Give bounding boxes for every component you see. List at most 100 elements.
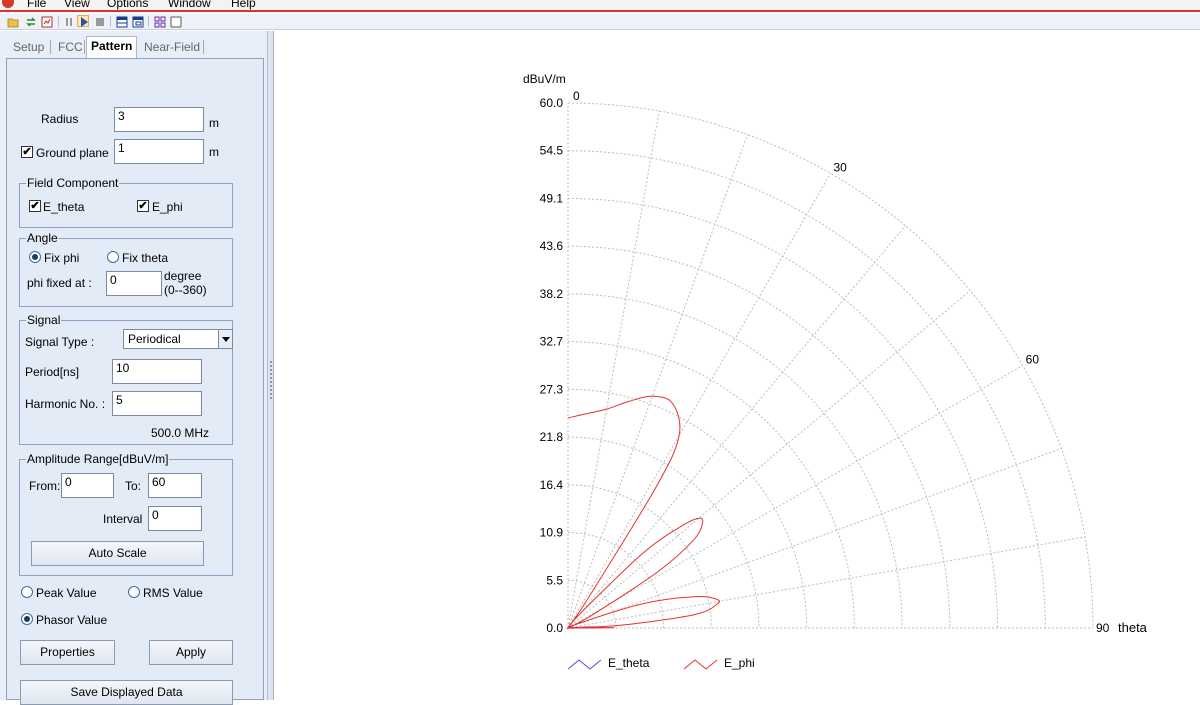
chevron-down-icon[interactable] bbox=[218, 329, 233, 349]
fix-theta-label: Fix theta bbox=[122, 251, 169, 265]
radial-tick-label: 54.5 bbox=[540, 144, 564, 158]
tab-pattern[interactable]: Pattern bbox=[86, 36, 138, 58]
menu-bar: File View Options Window Help bbox=[0, 0, 1200, 12]
ground-plane-unit: m bbox=[209, 145, 219, 159]
polar-chart: 0.0 5.5 10.9 16.4 21.8 27.3 32.7 38.2 43.6 49.1 54… bbox=[523, 72, 1148, 670]
legend-label: E_theta bbox=[608, 656, 650, 670]
fix-theta-radio[interactable] bbox=[107, 251, 119, 263]
app-logo-icon bbox=[2, 0, 14, 8]
radial-tick-label: 5.5 bbox=[546, 573, 563, 587]
radial-tick-label: 10.9 bbox=[540, 526, 564, 540]
peak-value-radio[interactable] bbox=[21, 586, 33, 598]
grid-spoke bbox=[567, 225, 906, 629]
e-phi-checkbox[interactable]: ✔ bbox=[137, 200, 149, 212]
swap-icon[interactable] bbox=[24, 15, 36, 27]
radial-tick-label: 60.0 bbox=[540, 96, 564, 110]
blank-icon[interactable] bbox=[169, 15, 182, 28]
interval-label: Interval bbox=[103, 512, 143, 526]
from-input[interactable]: 0 bbox=[61, 473, 114, 498]
grid-spoke bbox=[567, 134, 749, 629]
properties-button[interactable]: Properties bbox=[20, 640, 115, 665]
e-phi-label: E_phi bbox=[152, 200, 183, 214]
split-horizontal-icon[interactable] bbox=[115, 15, 128, 28]
e-theta-label: E_theta bbox=[43, 200, 85, 214]
harmonic-input[interactable]: 5 bbox=[112, 391, 202, 416]
period-input[interactable]: 10 bbox=[112, 359, 202, 384]
radial-tick-label: 27.3 bbox=[540, 382, 564, 396]
grid-spoke bbox=[567, 173, 831, 629]
radius-input[interactable]: 3 bbox=[114, 107, 204, 132]
series-line-e-phi bbox=[566, 395, 720, 630]
auto-scale-button[interactable]: Auto Scale bbox=[31, 541, 204, 566]
ground-plane-checkbox[interactable]: ✔ bbox=[21, 146, 33, 158]
grid-arc bbox=[567, 341, 855, 629]
rms-value-radio[interactable] bbox=[128, 586, 140, 598]
phasor-value-radio[interactable] bbox=[21, 613, 33, 625]
rms-value-label: RMS Value bbox=[143, 586, 203, 600]
to-input[interactable]: 60 bbox=[148, 473, 202, 498]
menu-help[interactable]: Help bbox=[231, 0, 256, 10]
radius-unit: m bbox=[209, 116, 219, 130]
angle-tick-label: 0 bbox=[573, 89, 580, 103]
tab-separator bbox=[84, 40, 85, 54]
chart-area: 0.0 5.5 10.9 16.4 21.8 27.3 32.7 38.2 43.6 49.1 54… bbox=[275, 31, 1200, 700]
phi-fixed-label: phi fixed at : bbox=[27, 276, 92, 290]
open-icon[interactable] bbox=[6, 15, 19, 28]
radial-unit-label: dBuV/m bbox=[523, 72, 566, 86]
signal-type-value: Periodical bbox=[128, 332, 181, 346]
save-displayed-data-button[interactable]: Save Displayed Data bbox=[20, 680, 233, 705]
menu-file[interactable]: File bbox=[27, 0, 46, 10]
interval-input[interactable]: 0 bbox=[148, 506, 202, 531]
angle-group: Angle Fix phi Fix theta phi fixed at : 0… bbox=[19, 231, 233, 307]
tab-near-field[interactable]: Near-Field bbox=[140, 38, 204, 57]
menu-window[interactable]: Window bbox=[168, 0, 211, 10]
legend-label: E_phi bbox=[724, 656, 755, 670]
amplitude-range-title: Amplitude Range[dBuV/m] bbox=[26, 452, 170, 466]
period-label: Period[ns] bbox=[25, 365, 80, 379]
angle-title: Angle bbox=[26, 231, 59, 245]
grid-spoke bbox=[567, 447, 1062, 629]
play-icon[interactable] bbox=[77, 15, 89, 27]
tab-fcc[interactable]: FCC bbox=[54, 38, 87, 57]
tab-setup[interactable]: Setup bbox=[9, 38, 48, 57]
degree-range: (0--360) bbox=[164, 283, 207, 297]
menu-view[interactable]: View bbox=[64, 0, 90, 10]
radial-tick-label: 32.7 bbox=[540, 335, 564, 349]
field-component-title: Field Component bbox=[26, 176, 120, 190]
field-component-group: Field Component ✔ E_theta ✔ E_phi bbox=[19, 176, 233, 228]
signal-type-label: Signal Type : bbox=[25, 335, 95, 349]
to-label: To: bbox=[125, 479, 142, 493]
panel-splitter[interactable] bbox=[268, 31, 274, 700]
menu-options[interactable]: Options bbox=[107, 0, 148, 10]
radial-tick-label: 49.1 bbox=[540, 191, 564, 205]
peak-value-label: Peak Value bbox=[36, 586, 97, 600]
apply-button[interactable]: Apply bbox=[149, 640, 233, 665]
e-theta-checkbox[interactable]: ✔ bbox=[29, 200, 41, 212]
phi-fixed-input[interactable]: 0 bbox=[106, 271, 162, 296]
pause-icon[interactable] bbox=[62, 15, 74, 27]
radius-label: Radius bbox=[41, 112, 79, 126]
signal-type-select[interactable]: Periodical bbox=[123, 329, 233, 349]
grid-icon[interactable] bbox=[153, 15, 166, 28]
ground-plane-input[interactable]: 1 bbox=[114, 139, 204, 164]
radial-tick-label: 21.8 bbox=[540, 430, 564, 444]
radial-tick-label: 43.6 bbox=[540, 239, 564, 253]
fix-phi-label: Fix phi bbox=[44, 251, 80, 265]
legend-swatch bbox=[683, 659, 718, 670]
signal-group: Signal Signal Type : Periodical Period[n… bbox=[19, 313, 233, 445]
amplitude-range-group: Amplitude Range[dBuV/m] From: 0 To: 60 I… bbox=[19, 452, 233, 576]
fix-phi-radio[interactable] bbox=[29, 251, 41, 263]
toolbar-separator bbox=[110, 16, 111, 27]
report-icon[interactable] bbox=[40, 15, 53, 28]
grid-arc bbox=[567, 197, 999, 629]
angle-tick-label: 60 bbox=[1026, 353, 1040, 367]
grid-arc bbox=[567, 532, 664, 629]
toolbar-separator bbox=[58, 16, 59, 27]
angle-tick-label: 30 bbox=[834, 160, 848, 174]
frequency-readout: 500.0 MHz bbox=[151, 426, 210, 440]
stop-icon[interactable] bbox=[93, 15, 105, 27]
harmonic-label: Harmonic No. : bbox=[25, 397, 106, 411]
splitter-grip-icon[interactable] bbox=[270, 361, 272, 401]
radial-tick-label: 38.2 bbox=[540, 287, 564, 301]
window-icon[interactable] bbox=[131, 15, 144, 28]
